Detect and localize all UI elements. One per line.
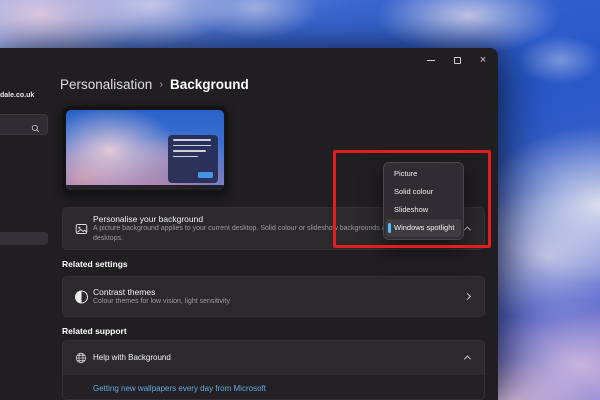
- chevron-up-icon: [464, 355, 471, 362]
- maximize-button[interactable]: [444, 50, 470, 70]
- related-settings-heading: Related settings: [62, 259, 128, 269]
- globe-icon: [75, 352, 87, 364]
- contrast-themes-description: Colour themes for low vision, light sens…: [93, 297, 230, 307]
- spotlight-text-line: [173, 139, 211, 141]
- close-button[interactable]: ×: [470, 50, 496, 70]
- spotlight-info-card: [168, 135, 218, 183]
- contrast-themes-title: Contrast themes: [93, 287, 230, 297]
- sidebar-item-personalisation[interactable]: [0, 232, 48, 245]
- annotation-rectangle: [333, 150, 491, 248]
- page-title: Background: [170, 77, 249, 92]
- spotlight-text-line: [173, 145, 211, 147]
- minimize-icon: [427, 60, 435, 61]
- spotlight-text-line: [173, 150, 206, 152]
- preview-wallpaper: [66, 110, 224, 190]
- spotlight-button: [198, 172, 213, 178]
- search-icon: [31, 120, 40, 138]
- help-expander-header[interactable]: Help with Background: [63, 341, 484, 374]
- related-support-heading: Related support: [62, 326, 127, 336]
- contrast-icon: [75, 290, 88, 303]
- background-preview-monitor: [62, 106, 228, 194]
- preview-taskbar: [66, 185, 224, 190]
- contrast-themes-card[interactable]: Contrast themes Colour themes for low vi…: [62, 276, 485, 317]
- breadcrumb-separator: ›: [159, 79, 163, 91]
- help-card-title: Help with Background: [93, 353, 171, 362]
- chevron-right-icon: [464, 292, 471, 299]
- help-with-background-card: Help with Background Getting new wallpap…: [62, 340, 485, 400]
- minimize-button[interactable]: [418, 50, 444, 70]
- wallpapers-help-link[interactable]: Getting new wallpapers every day from Mi…: [93, 384, 266, 393]
- breadcrumb: Personalisation › Background: [60, 77, 249, 92]
- account-name: dale.co.uk: [0, 92, 34, 99]
- maximize-icon: [454, 57, 461, 64]
- help-expanded-content: Getting new wallpapers every day from Mi…: [63, 374, 484, 400]
- picture-icon: [75, 222, 88, 235]
- breadcrumb-parent[interactable]: Personalisation: [60, 77, 152, 92]
- spotlight-text-line: [173, 156, 198, 158]
- close-icon: ×: [480, 55, 486, 66]
- search-input[interactable]: [0, 114, 48, 135]
- titlebar-controls: ×: [418, 50, 496, 70]
